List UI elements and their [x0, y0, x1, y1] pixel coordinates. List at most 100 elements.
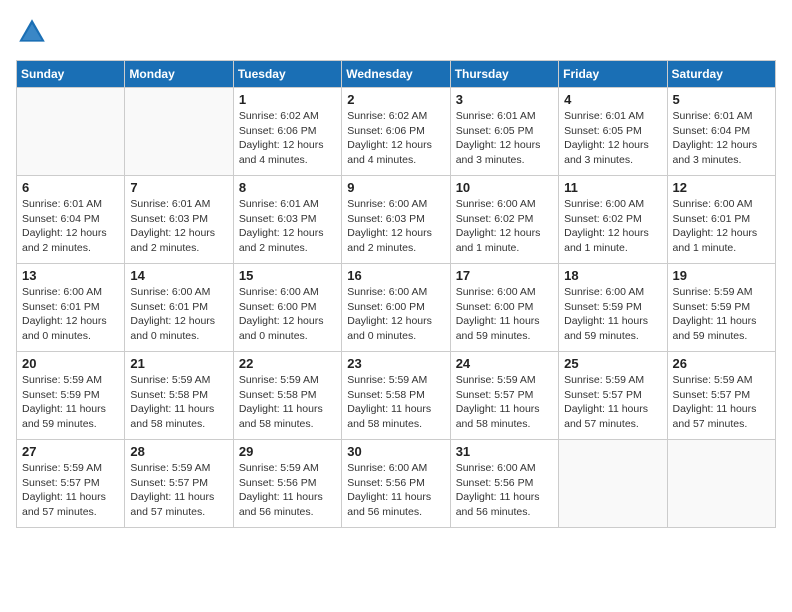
week-row-1: 1 Sunrise: 6:02 AM Sunset: 6:06 PM Daylig…	[17, 88, 776, 176]
day-detail: Sunrise: 5:59 AM Sunset: 5:59 PM Dayligh…	[673, 285, 770, 344]
day-detail: Sunrise: 5:59 AM Sunset: 5:57 PM Dayligh…	[130, 461, 227, 520]
day-detail: Sunrise: 6:01 AM Sunset: 6:05 PM Dayligh…	[564, 109, 661, 168]
day-detail: Sunrise: 6:01 AM Sunset: 6:03 PM Dayligh…	[239, 197, 336, 256]
day-cell	[17, 88, 125, 176]
day-detail: Sunrise: 5:59 AM Sunset: 5:58 PM Dayligh…	[239, 373, 336, 432]
day-number: 7	[130, 180, 227, 195]
day-detail: Sunrise: 5:59 AM Sunset: 5:57 PM Dayligh…	[673, 373, 770, 432]
day-number: 29	[239, 444, 336, 459]
day-cell: 13Sunrise: 6:00 AM Sunset: 6:01 PM Dayli…	[17, 264, 125, 352]
day-number: 3	[456, 92, 553, 107]
day-detail: Sunrise: 5:59 AM Sunset: 5:57 PM Dayligh…	[456, 373, 553, 432]
day-cell: 7 Sunrise: 6:01 AM Sunset: 6:03 PM Daylig…	[125, 176, 233, 264]
calendar: SundayMondayTuesdayWednesdayThursdayFrid…	[16, 60, 776, 528]
day-number: 22	[239, 356, 336, 371]
day-detail: Sunrise: 6:00 AM Sunset: 5:56 PM Dayligh…	[456, 461, 553, 520]
day-detail: Sunrise: 5:59 AM Sunset: 5:58 PM Dayligh…	[130, 373, 227, 432]
day-detail: Sunrise: 5:59 AM Sunset: 5:57 PM Dayligh…	[22, 461, 119, 520]
day-detail: Sunrise: 6:01 AM Sunset: 6:05 PM Dayligh…	[456, 109, 553, 168]
logo	[16, 16, 52, 48]
day-cell: 1 Sunrise: 6:02 AM Sunset: 6:06 PM Daylig…	[233, 88, 341, 176]
day-cell: 20 Sunrise: 5:59 AM Sunset: 5:59 PM Dayli…	[17, 352, 125, 440]
day-number: 17	[456, 268, 553, 283]
day-header-sunday: Sunday	[17, 61, 125, 88]
day-header-thursday: Thursday	[450, 61, 558, 88]
day-cell: 9Sunrise: 6:00 AM Sunset: 6:03 PM Daylig…	[342, 176, 450, 264]
logo-icon	[16, 16, 48, 48]
week-row-2: 6 Sunrise: 6:01 AM Sunset: 6:04 PM Daylig…	[17, 176, 776, 264]
day-cell: 4 Sunrise: 6:01 AM Sunset: 6:05 PM Daylig…	[559, 88, 667, 176]
day-cell	[559, 440, 667, 528]
day-cell: 18 Sunrise: 6:00 AM Sunset: 5:59 PM Dayli…	[559, 264, 667, 352]
day-cell: 17Sunrise: 6:00 AM Sunset: 6:00 PM Dayli…	[450, 264, 558, 352]
day-detail: Sunrise: 5:59 AM Sunset: 5:57 PM Dayligh…	[564, 373, 661, 432]
day-number: 25	[564, 356, 661, 371]
day-number: 26	[673, 356, 770, 371]
day-detail: Sunrise: 6:00 AM Sunset: 6:00 PM Dayligh…	[239, 285, 336, 344]
week-row-4: 20 Sunrise: 5:59 AM Sunset: 5:59 PM Dayli…	[17, 352, 776, 440]
day-detail: Sunrise: 6:00 AM Sunset: 6:00 PM Dayligh…	[347, 285, 444, 344]
day-number: 14	[130, 268, 227, 283]
day-number: 19	[673, 268, 770, 283]
day-header-tuesday: Tuesday	[233, 61, 341, 88]
day-number: 8	[239, 180, 336, 195]
day-number: 27	[22, 444, 119, 459]
day-detail: Sunrise: 6:00 AM Sunset: 6:01 PM Dayligh…	[130, 285, 227, 344]
day-cell: 14 Sunrise: 6:00 AM Sunset: 6:01 PM Dayli…	[125, 264, 233, 352]
day-detail: Sunrise: 6:00 AM Sunset: 5:59 PM Dayligh…	[564, 285, 661, 344]
day-cell: 28 Sunrise: 5:59 AM Sunset: 5:57 PM Dayli…	[125, 440, 233, 528]
day-detail: Sunrise: 6:02 AM Sunset: 6:06 PM Dayligh…	[347, 109, 444, 168]
day-header-saturday: Saturday	[667, 61, 775, 88]
day-detail: Sunrise: 6:00 AM Sunset: 6:01 PM Dayligh…	[22, 285, 119, 344]
day-cell: 23Sunrise: 5:59 AM Sunset: 5:58 PM Dayli…	[342, 352, 450, 440]
day-cell: 30 Sunrise: 6:00 AM Sunset: 5:56 PM Dayli…	[342, 440, 450, 528]
day-detail: Sunrise: 6:02 AM Sunset: 6:06 PM Dayligh…	[239, 109, 336, 168]
day-number: 18	[564, 268, 661, 283]
calendar-header-row: SundayMondayTuesdayWednesdayThursdayFrid…	[17, 61, 776, 88]
day-number: 20	[22, 356, 119, 371]
day-cell: 16 Sunrise: 6:00 AM Sunset: 6:00 PM Dayli…	[342, 264, 450, 352]
day-cell: 31 Sunrise: 6:00 AM Sunset: 5:56 PM Dayli…	[450, 440, 558, 528]
day-number: 21	[130, 356, 227, 371]
day-number: 11	[564, 180, 661, 195]
day-cell: 29Sunrise: 5:59 AM Sunset: 5:56 PM Dayli…	[233, 440, 341, 528]
week-row-3: 13Sunrise: 6:00 AM Sunset: 6:01 PM Dayli…	[17, 264, 776, 352]
day-cell: 6 Sunrise: 6:01 AM Sunset: 6:04 PM Daylig…	[17, 176, 125, 264]
day-cell: 10Sunrise: 6:00 AM Sunset: 6:02 PM Dayli…	[450, 176, 558, 264]
day-number: 15	[239, 268, 336, 283]
day-cell: 15 Sunrise: 6:00 AM Sunset: 6:00 PM Dayli…	[233, 264, 341, 352]
day-cell: 8 Sunrise: 6:01 AM Sunset: 6:03 PM Daylig…	[233, 176, 341, 264]
day-number: 4	[564, 92, 661, 107]
day-number: 5	[673, 92, 770, 107]
day-number: 6	[22, 180, 119, 195]
day-cell: 22 Sunrise: 5:59 AM Sunset: 5:58 PM Dayli…	[233, 352, 341, 440]
day-detail: Sunrise: 5:59 AM Sunset: 5:59 PM Dayligh…	[22, 373, 119, 432]
day-detail: Sunrise: 5:59 AM Sunset: 5:58 PM Dayligh…	[347, 373, 444, 432]
day-cell: 5Sunrise: 6:01 AM Sunset: 6:04 PM Daylig…	[667, 88, 775, 176]
day-detail: Sunrise: 6:00 AM Sunset: 6:02 PM Dayligh…	[456, 197, 553, 256]
day-number: 1	[239, 92, 336, 107]
day-detail: Sunrise: 6:01 AM Sunset: 6:03 PM Dayligh…	[130, 197, 227, 256]
day-cell: 25 Sunrise: 5:59 AM Sunset: 5:57 PM Dayli…	[559, 352, 667, 440]
day-number: 24	[456, 356, 553, 371]
day-header-monday: Monday	[125, 61, 233, 88]
day-number: 30	[347, 444, 444, 459]
day-number: 28	[130, 444, 227, 459]
day-cell: 26 Sunrise: 5:59 AM Sunset: 5:57 PM Dayli…	[667, 352, 775, 440]
day-cell	[125, 88, 233, 176]
day-number: 16	[347, 268, 444, 283]
day-cell: 24 Sunrise: 5:59 AM Sunset: 5:57 PM Dayli…	[450, 352, 558, 440]
day-detail: Sunrise: 6:01 AM Sunset: 6:04 PM Dayligh…	[22, 197, 119, 256]
day-cell: 2Sunrise: 6:02 AM Sunset: 6:06 PM Daylig…	[342, 88, 450, 176]
day-cell: 11Sunrise: 6:00 AM Sunset: 6:02 PM Dayli…	[559, 176, 667, 264]
week-row-5: 27 Sunrise: 5:59 AM Sunset: 5:57 PM Dayli…	[17, 440, 776, 528]
day-number: 31	[456, 444, 553, 459]
day-detail: Sunrise: 6:00 AM Sunset: 5:56 PM Dayligh…	[347, 461, 444, 520]
day-cell: 3 Sunrise: 6:01 AM Sunset: 6:05 PM Daylig…	[450, 88, 558, 176]
day-cell: 21 Sunrise: 5:59 AM Sunset: 5:58 PM Dayli…	[125, 352, 233, 440]
day-detail: Sunrise: 6:00 AM Sunset: 6:03 PM Dayligh…	[347, 197, 444, 256]
day-number: 12	[673, 180, 770, 195]
day-header-friday: Friday	[559, 61, 667, 88]
day-cell	[667, 440, 775, 528]
day-cell: 27 Sunrise: 5:59 AM Sunset: 5:57 PM Dayli…	[17, 440, 125, 528]
